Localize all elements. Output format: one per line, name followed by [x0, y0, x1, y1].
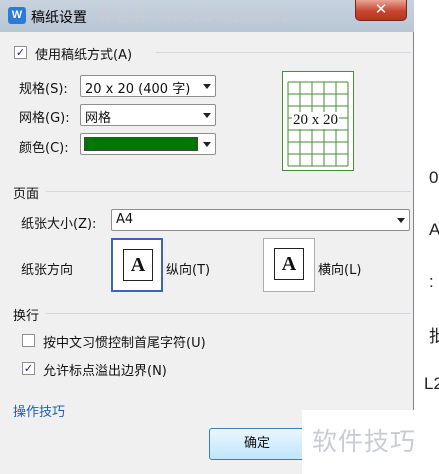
watermark: 软件技巧 [302, 410, 439, 474]
bg-char: : [429, 272, 434, 291]
close-button[interactable]: ✕ [355, 0, 407, 21]
dialog-title: 稿纸设置 [31, 10, 87, 26]
chinese-rules-checkbox[interactable] [22, 334, 35, 347]
wps-writer-icon: W [8, 7, 26, 24]
grid-select[interactable]: 网格 [80, 104, 216, 126]
landscape-page-icon: A [274, 248, 304, 280]
spec-select[interactable]: 20 x 20 (400 字) [80, 75, 216, 97]
preview-size-text: 20 x 20 [292, 112, 339, 129]
portrait-option[interactable]: A [111, 238, 163, 292]
color-select[interactable] [80, 133, 216, 155]
title-bar[interactable]: W 稿纸设置 书 名 称：XB01J2001060001... ✕ [0, 0, 414, 32]
background-document: 0 A : 批 L2 [412, 0, 439, 474]
tips-link[interactable]: 操作技巧 [13, 401, 65, 420]
page-section-header: 页面 [13, 187, 40, 202]
color-swatch [84, 137, 198, 151]
bg-char: 0 [429, 168, 439, 187]
chevron-down-icon [203, 84, 211, 89]
portrait-label[interactable]: 纵向(T) [166, 259, 210, 278]
chinese-rules-label: 按中文习惯控制首尾字符(U) [43, 336, 206, 351]
landscape-label[interactable]: 横向(L) [318, 259, 361, 278]
allow-overflow-checkbox[interactable]: ✓ [22, 362, 35, 375]
section-divider [46, 191, 411, 192]
use-grid-checkbox[interactable]: ✓ [14, 46, 27, 59]
grid-preview: 20 x 20 [282, 71, 354, 171]
bg-char: 批 [429, 327, 439, 346]
paper-size-select[interactable]: A4 [111, 209, 410, 231]
linebreak-section-header: 换行 [13, 309, 40, 324]
portrait-page-icon: A [123, 249, 153, 281]
chevron-down-icon [203, 113, 211, 118]
orientation-label: 纸张方向 [21, 263, 74, 278]
paper-size-value: A4 [116, 212, 134, 227]
paper-size-label: 纸张大小(Z): [21, 217, 97, 232]
background-title-text: 书 名 称：XB01J2001060001... [96, 8, 303, 24]
color-label: 颜色(C): [19, 141, 69, 156]
section-divider [46, 313, 411, 314]
grid-value: 网格 [85, 111, 112, 126]
bg-char: A [429, 220, 439, 239]
spec-label: 规格(S): [19, 82, 68, 97]
use-grid-label: 使用稿纸方式(A) [35, 48, 133, 63]
ok-button[interactable]: 确定 [209, 428, 305, 460]
chevron-down-icon [203, 142, 211, 147]
paper-settings-dialog: W 稿纸设置 书 名 称：XB01J2001060001... ✕ ✓ 使用稿纸… [0, 0, 414, 474]
spec-value: 20 x 20 (400 字) [85, 82, 191, 97]
bg-char: L2 [424, 374, 439, 393]
allow-overflow-label: 允许标点溢出边界(N) [43, 364, 167, 379]
grid-label: 网格(G): [19, 111, 70, 126]
close-icon: ✕ [374, 0, 388, 18]
landscape-option[interactable]: A [263, 238, 315, 292]
section-divider [156, 52, 411, 53]
chevron-down-icon [397, 218, 405, 223]
